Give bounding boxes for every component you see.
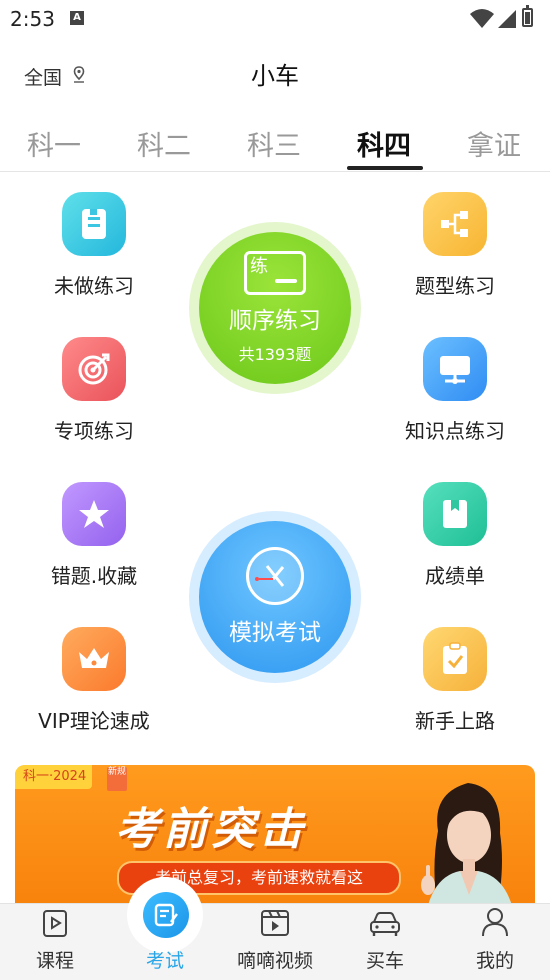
nav-videos[interactable]: 嘀嘀视频 <box>220 906 330 973</box>
active-tab-indicator <box>347 166 423 170</box>
checklist-icon <box>423 627 487 691</box>
beginner-guide-label: 新手上路 <box>415 709 495 733</box>
vip-course-label: VIP理论速成 <box>38 709 150 733</box>
tabs-divider <box>0 171 550 172</box>
nav-buy-car-label: 买车 <box>365 950 404 972</box>
status-time: 2:53 <box>10 7 55 31</box>
beginner-guide-button[interactable]: 新手上路 <box>365 627 545 734</box>
mistakes-favorites-button[interactable]: 错题.收藏 <box>4 482 184 589</box>
monitor-icon <box>423 337 487 401</box>
nav-exam[interactable]: 考试 <box>110 906 220 973</box>
wifi-icon <box>470 9 494 33</box>
question-type-practice-label: 题型练习 <box>415 274 495 298</box>
nav-videos-label: 嘀嘀视频 <box>236 950 313 972</box>
report-card-button[interactable]: 成绩单 <box>365 482 545 589</box>
video-icon <box>259 908 291 942</box>
report-icon <box>423 482 487 546</box>
notification-a-icon: A <box>70 11 84 25</box>
special-practice-button[interactable]: 专项练习 <box>4 337 184 444</box>
mistakes-favorites-label: 错题.收藏 <box>50 564 138 588</box>
play-book-icon <box>40 908 70 942</box>
unfinished-practice-button[interactable]: 未做练习 <box>4 192 184 299</box>
banner-title: 考前突击 <box>115 804 307 855</box>
knowledge-point-practice-button[interactable]: 知识点练习 <box>365 337 545 444</box>
signal-icon <box>497 9 517 33</box>
sequential-practice-count: 共1393题 <box>238 345 312 364</box>
sequential-practice-title: 顺序练习 <box>229 308 321 334</box>
practice-badge-char: 练 <box>250 256 268 277</box>
tab-ke4[interactable]: 科四 <box>334 124 434 163</box>
knowledge-point-practice-label: 知识点练习 <box>405 419 505 443</box>
battery-icon <box>522 5 533 27</box>
special-practice-label: 专项练习 <box>54 419 134 443</box>
crown-icon <box>62 627 126 691</box>
share-nodes-icon <box>423 192 487 256</box>
page-title: 小车 <box>251 62 299 90</box>
doc-icon <box>62 192 126 256</box>
unfinished-practice-label: 未做练习 <box>54 274 134 298</box>
mock-exam-button[interactable]: 模拟考试 <box>189 511 361 683</box>
star-icon <box>62 482 126 546</box>
exam-sprint-banner[interactable]: 科一·2024 新规 考前突击 考前总复习，考前速救就看这 <box>15 765 535 925</box>
tab-ke1[interactable]: 科一 <box>4 124 104 163</box>
tab-nazheng[interactable]: 拿证 <box>444 124 544 163</box>
sequential-practice-button[interactable]: 练 顺序练习 共1393题 <box>189 222 361 394</box>
mock-exam-title: 模拟考试 <box>229 620 321 646</box>
user-icon <box>480 906 510 942</box>
status-bar: 2:53 A <box>0 0 550 36</box>
report-card-label: 成绩单 <box>425 564 485 588</box>
question-type-practice-button[interactable]: 题型练习 <box>365 192 545 299</box>
nav-courses-label: 课程 <box>35 950 74 972</box>
clock-icon <box>246 547 304 605</box>
nav-courses[interactable]: 课程 <box>0 906 110 973</box>
nav-mine-label: 我的 <box>475 950 514 972</box>
vip-course-button[interactable]: VIP理论速成 <box>4 627 184 734</box>
tab-ke2[interactable]: 科二 <box>114 124 214 163</box>
nav-buy-car[interactable]: 买车 <box>330 906 440 973</box>
practice-badge-icon: 练 <box>244 251 306 295</box>
tab-ke3[interactable]: 科三 <box>224 124 324 163</box>
mock-exam-circle: 模拟考试 <box>199 521 351 673</box>
banner-tag: 科一·2024 <box>15 765 93 789</box>
nav-exam-label: 考试 <box>145 950 184 972</box>
car-icon <box>368 910 402 942</box>
target-icon <box>62 337 126 401</box>
nav-mine[interactable]: 我的 <box>440 906 550 973</box>
sequential-practice-circle: 练 顺序练习 共1393题 <box>199 232 351 384</box>
banner-new-badge: 新规 <box>107 767 127 791</box>
